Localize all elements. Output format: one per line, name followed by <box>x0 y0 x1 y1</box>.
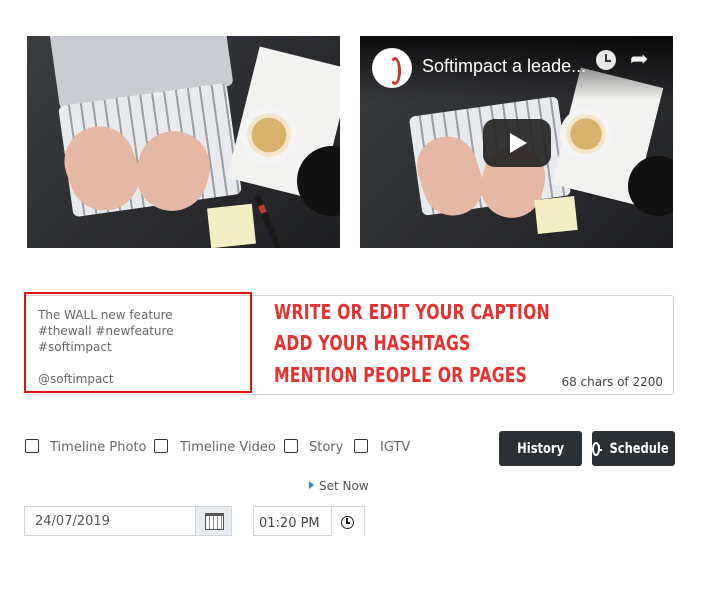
play-icon[interactable] <box>483 119 551 167</box>
date-input[interactable]: 24/07/2019 <box>24 506 196 536</box>
sticky-note <box>534 196 578 234</box>
checkbox-story[interactable] <box>284 439 298 453</box>
checkbox-timeline-photo[interactable] <box>25 439 39 453</box>
watch-later-icon[interactable] <box>596 50 616 70</box>
schedule-button[interactable]: Schedule <box>592 431 675 466</box>
annotation-hashtags: ADD YOUR HASHTAGS <box>274 331 471 355</box>
caption-text[interactable]: The WALL new feature #thewall #newfeatur… <box>38 307 250 387</box>
video-title[interactable]: Softimpact a leade... <box>422 56 586 77</box>
time-input[interactable]: 01:20 PM <box>253 506 332 536</box>
set-now-label: Set Now <box>319 479 369 493</box>
clock-icon <box>592 441 602 456</box>
softimpact-logo-icon[interactable] <box>372 48 412 88</box>
coffee-cup <box>566 114 606 154</box>
time-picker-button[interactable] <box>331 506 365 536</box>
history-button[interactable]: History <box>499 431 582 466</box>
label-story: Story <box>309 440 344 455</box>
share-icon[interactable]: ➦ <box>630 49 648 71</box>
label-igtv: IGTV <box>380 440 411 455</box>
char-counter: 68 chars of 2200 <box>561 375 663 389</box>
annotation-mentions: MENTION PEOPLE OR PAGES <box>274 363 528 387</box>
label-timeline-photo: Timeline Photo <box>50 440 147 455</box>
clock-icon <box>341 516 354 529</box>
coffee-cup <box>247 113 291 157</box>
caret-right-icon <box>309 481 314 489</box>
checkbox-igtv[interactable] <box>354 439 368 453</box>
sticky-note <box>207 203 256 248</box>
calendar-button[interactable] <box>195 506 232 536</box>
post-video-thumbnail[interactable]: Softimpact a leade... ➦ <box>360 36 673 248</box>
calendar-icon <box>205 513 224 530</box>
schedule-button-label: Schedule <box>609 440 669 457</box>
post-photo-thumbnail[interactable] <box>27 36 340 248</box>
label-timeline-video: Timeline Video <box>180 440 276 455</box>
history-button-label: History <box>517 440 564 457</box>
annotation-caption: WRITE OR EDIT YOUR CAPTION <box>274 300 550 324</box>
checkbox-timeline-video[interactable] <box>154 439 168 453</box>
set-now-link[interactable]: Set Now <box>309 479 369 493</box>
